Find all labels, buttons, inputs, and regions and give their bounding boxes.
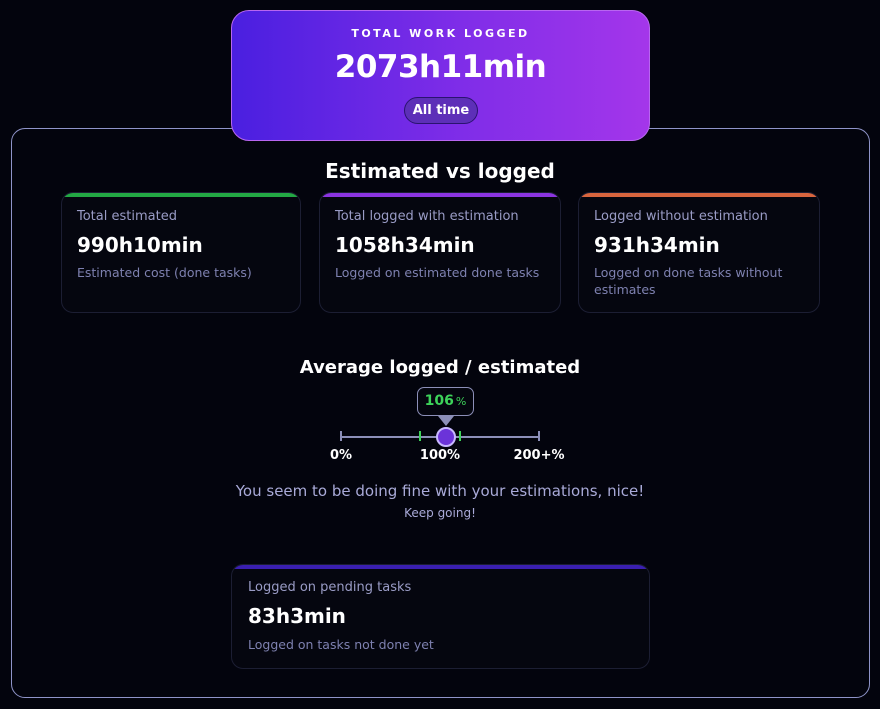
card-label: Total logged with estimation [335,209,519,224]
card-description: Logged on tasks not done yet [248,637,434,652]
total-work-label: TOTAL WORK LOGGED [351,27,530,40]
gauge-tick-good-low [419,431,422,441]
card-description: Logged on done tasks without estimates [594,265,783,297]
card-accent-bar [320,193,560,197]
card-label: Total estimated [77,209,177,224]
total-logged-with-estimation-card: Total logged with estimation 1058h34min … [319,192,561,313]
logged-pending-card: Logged on pending tasks 83h3min Logged o… [231,564,650,669]
card-accent-bar [62,193,300,197]
gauge-label-max: 200+% [513,448,565,463]
card-value: 931h34min [594,233,720,257]
gauge-tick-good-high [458,431,461,441]
card-accent-bar [579,193,819,197]
card-label: Logged on pending tasks [248,580,412,595]
ratio-gauge-knob[interactable] [435,427,456,447]
card-accent-bar [232,565,649,569]
card-value: 990h10min [77,233,203,257]
ratio-value: 106 [424,393,454,409]
estimation-feedback: You seem to be doing fine with your esti… [235,482,645,500]
total-work-value: 2073h11min [334,49,547,85]
card-value: 83h3min [248,604,346,628]
card-value: 1058h34min [335,233,475,257]
logged-without-estimation-card: Logged without estimation 931h34min Logg… [578,192,820,313]
card-description: Estimated cost (done tasks) [77,265,252,280]
gauge-label-min: 0% [329,448,353,463]
card-description: Logged on estimated done tasks [335,265,540,280]
total-estimated-card: Total estimated 990h10min Estimated cost… [61,192,301,313]
gauge-label-mid: 100% [419,448,461,463]
period-button[interactable]: All time [404,97,478,124]
ratio-tooltip: 106% [417,387,474,416]
estimated-vs-logged-title: Estimated vs logged [325,159,555,183]
total-work-banner: TOTAL WORK LOGGED 2073h11min All time [231,10,650,141]
estimation-encouragement: Keep going! [404,506,476,520]
gauge-tick-start [340,431,342,441]
tooltip-pointer [438,416,454,426]
gauge-tick-end [538,431,540,441]
ratio-unit: % [455,395,467,408]
card-label: Logged without estimation [594,209,768,224]
average-ratio-title: Average logged / estimated [299,357,581,378]
